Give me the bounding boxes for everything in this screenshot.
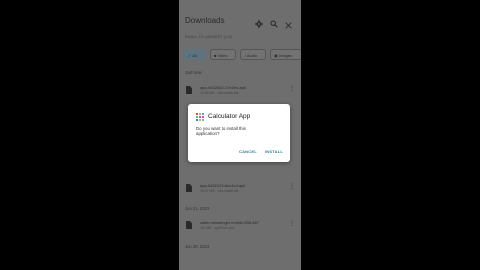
- file-meta: 15.47 MB · xda-install.net: [200, 189, 239, 193]
- chip-images[interactable]: ▣ Images: [270, 49, 301, 60]
- list-item[interactable]: app-0402643-17e2e4.apk 10.95 MB · xda-in…: [179, 82, 301, 104]
- file-name: caller.messenger.mobile-558-487: [200, 220, 259, 225]
- dialog-message: Do you want to install this application?: [196, 126, 246, 137]
- page-title: Downloads: [185, 16, 225, 25]
- cancel-button[interactable]: CANCEL: [239, 149, 257, 154]
- section-header-jun21: Jun 21, 2023: [185, 206, 210, 211]
- file-icon: [186, 221, 192, 229]
- file-meta: 10.95 MB · xda-install.net: [200, 91, 239, 95]
- file-meta: 112 MB · apkPure.com: [200, 226, 235, 230]
- dialog-title: Calculator App: [208, 113, 251, 120]
- more-vert-icon[interactable]: ⋮: [289, 220, 295, 227]
- search-icon[interactable]: [270, 16, 278, 32]
- chip-audio[interactable]: ♪ Audio: [240, 49, 266, 60]
- app-bar: Downloads: [179, 0, 301, 32]
- gear-icon[interactable]: [255, 16, 263, 32]
- close-icon[interactable]: [285, 17, 292, 33]
- calculator-app-icon: [196, 113, 204, 121]
- install-dialog: Calculator App Do you want to install th…: [188, 104, 290, 162]
- install-button[interactable]: INSTALL: [265, 149, 283, 154]
- file-icon: [186, 86, 192, 94]
- more-vert-icon[interactable]: ⋮: [289, 183, 295, 190]
- filter-chips: ✓ All ■ Video ♪ Audio ▣ Images: [183, 49, 301, 61]
- file-icon: [186, 184, 192, 192]
- more-vert-icon[interactable]: ⋮: [289, 85, 295, 92]
- section-header-just-now: Just now: [185, 70, 202, 75]
- list-item[interactable]: app-0402124-8ec4c4.apk 15.47 MB · xda-in…: [179, 180, 301, 202]
- calculator-key-cell: [201, 118, 204, 121]
- chip-all[interactable]: ✓ All: [184, 49, 206, 60]
- file-name: app-0402643-17e2e4.apk: [200, 85, 246, 90]
- file-name: app-0402124-8ec4c4.apk: [200, 183, 246, 188]
- chip-video[interactable]: ■ Video: [210, 49, 236, 60]
- sort-label[interactable]: SMALL TO LARGEST (1-5): [185, 35, 232, 39]
- section-header-jun20: Jun 20, 2023: [185, 244, 210, 249]
- list-item[interactable]: caller.messenger.mobile-558-487 112 MB ·…: [179, 217, 301, 239]
